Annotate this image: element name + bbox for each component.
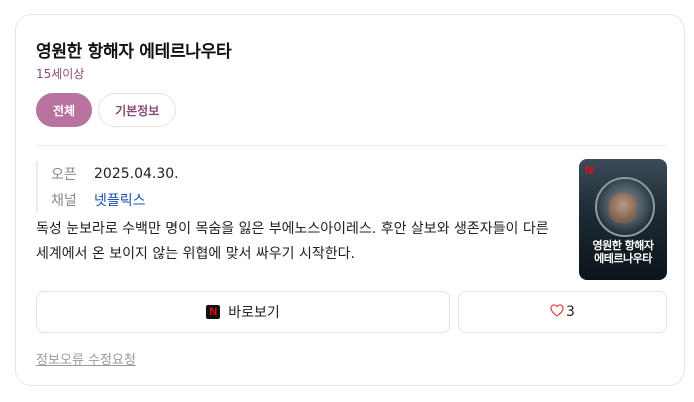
watch-label: 바로보기 [228, 305, 280, 321]
content-card: 영원한 항해자 에테르나우타 15세이상 전체 기본정보 오픈 2025.04.… [15, 14, 685, 386]
tab-basic-info[interactable]: 기본정보 [98, 93, 177, 127]
channel-label: 채널 [51, 193, 77, 209]
face-graphic [609, 193, 637, 223]
heart-icon [550, 303, 564, 321]
description: 독성 눈보라로 수백만 명이 목숨을 잃은 부에노스아이레스. 후안 살보와 생… [36, 221, 549, 262]
watch-button[interactable]: N 바로보기 [36, 291, 450, 333]
report-error-link[interactable]: 정보오류 수정요청 [36, 349, 136, 368]
netflix-icon: N [206, 305, 221, 319]
open-label: 오픈 [51, 167, 77, 183]
info-row-open: 오픈 2025.04.30. [51, 161, 179, 187]
channel-link[interactable]: 넷플릭스 [94, 190, 146, 210]
poster-image[interactable]: N 영원한 항해자 에테르나우타 [579, 159, 667, 280]
like-count: 3 [566, 304, 575, 320]
tab-all[interactable]: 전체 [36, 93, 93, 127]
info-row-channel: 채널 넷플릭스 [51, 187, 179, 213]
like-button[interactable]: 3 [458, 291, 667, 333]
page-title: 영원한 항해자 에테르나우타 [36, 42, 232, 62]
info-list: 오픈 2025.04.30. 채널 넷플릭스 [36, 161, 179, 213]
poster-title-line1: 영원한 항해자 [592, 239, 654, 252]
divider [36, 145, 666, 146]
netflix-logo-icon: N [585, 163, 594, 177]
tab-bar: 전체 기본정보 [36, 93, 177, 127]
age-rating: 15세이상 [36, 67, 85, 81]
open-date: 2025.04.30. [94, 166, 179, 182]
poster-title-line2: 에테르나우타 [594, 252, 652, 265]
poster-title: 영원한 항해자 에테르나우타 [583, 239, 663, 265]
